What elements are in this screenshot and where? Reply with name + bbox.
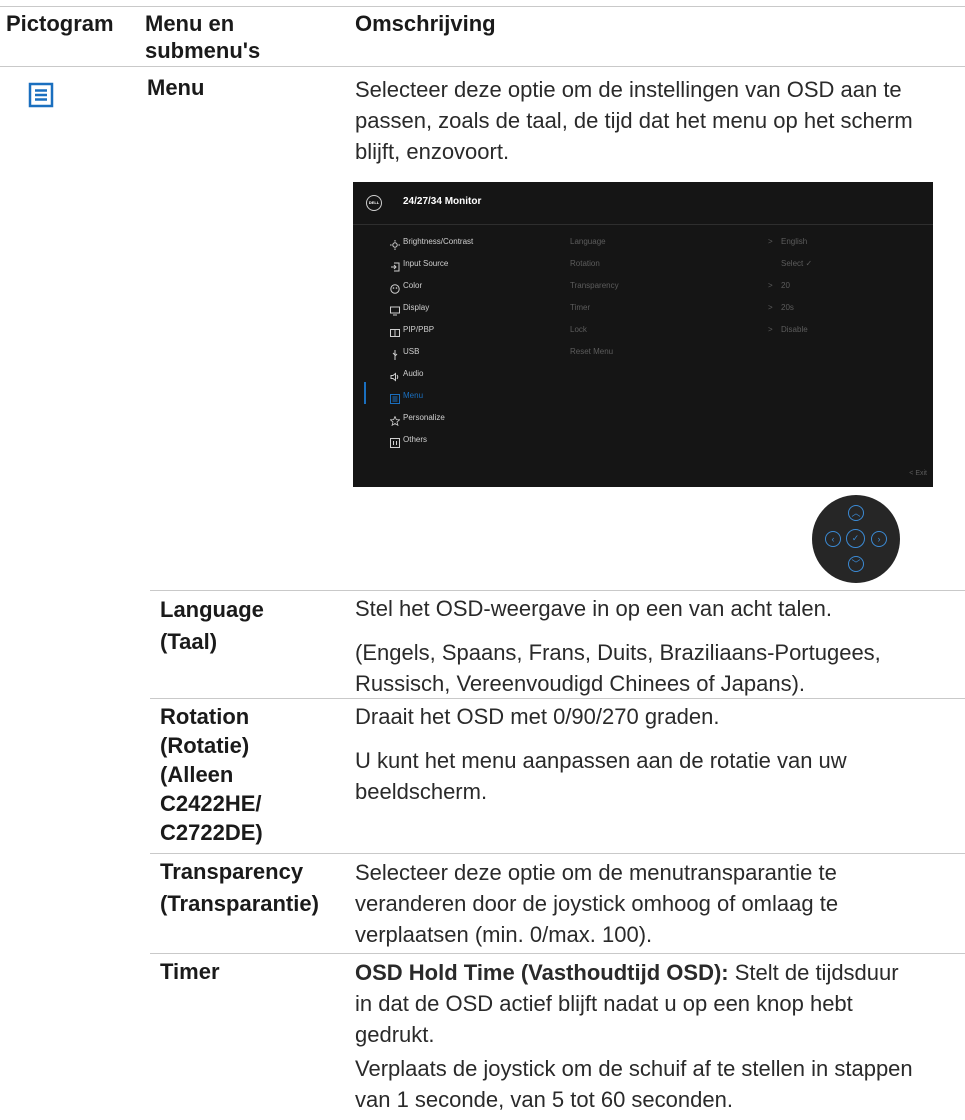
top-rule bbox=[0, 6, 965, 7]
display-icon bbox=[390, 303, 400, 316]
language-name-l2: (Taal) bbox=[160, 629, 218, 654]
input-source-icon bbox=[390, 259, 400, 272]
osd-sub-value: 20s bbox=[781, 303, 794, 312]
osd-sub-arrow: > bbox=[768, 303, 773, 312]
osd-sub-label: Language bbox=[570, 237, 606, 246]
row-rule bbox=[150, 698, 965, 699]
star-icon bbox=[389, 413, 401, 427]
osd-sub-arrow: > bbox=[768, 325, 773, 334]
osd-item-label: Menu bbox=[403, 391, 424, 400]
row-rule bbox=[150, 590, 965, 591]
timer-p1-bold: OSD Hold Time (Vasthoudtijd OSD): bbox=[355, 960, 729, 985]
osd-item-personalize[interactable]: Personalize bbox=[353, 407, 553, 429]
timer-name: Timer bbox=[160, 959, 220, 984]
osd-sub-label: Transparency bbox=[570, 281, 619, 290]
timer-p2: Verplaats de joystick om de schuif af te… bbox=[355, 1056, 913, 1112]
osd-item-label: PIP/PBP bbox=[403, 325, 435, 334]
row-rule bbox=[150, 853, 965, 854]
osd-item-menu[interactable]: Menu bbox=[353, 385, 553, 407]
osd-title: 24/27/34 Monitor bbox=[403, 196, 482, 207]
osd-item-label: Color bbox=[403, 281, 423, 290]
osd-exit[interactable]: < Exit bbox=[909, 470, 927, 477]
osd-sub-arrow: > bbox=[768, 281, 773, 290]
rotation-name-l3: (Alleen bbox=[160, 762, 234, 787]
usb-icon bbox=[390, 347, 400, 360]
header-pictogram: Pictogram bbox=[6, 11, 114, 36]
osd-item-brightness[interactable]: Brightness/Contrast bbox=[353, 231, 553, 253]
menu-name: Menu bbox=[147, 75, 205, 100]
osd-item-label: Personalize bbox=[403, 413, 445, 422]
osd-item-audio[interactable]: Audio bbox=[353, 363, 553, 385]
transparency-name-l1: Transparency bbox=[160, 859, 304, 884]
transparency-name-l2: (Transparantie) bbox=[160, 891, 319, 916]
osd-item-label: Audio bbox=[403, 369, 424, 378]
header-description: Omschrijving bbox=[355, 11, 496, 36]
osd-item-input-source[interactable]: Input Source bbox=[353, 253, 553, 275]
joystick-diagram: ︿ ‹ ✓ › ﹀ bbox=[812, 495, 900, 583]
language-p1: Stel het OSD-weergave in op een van acht… bbox=[355, 596, 832, 621]
joystick-right-icon: › bbox=[871, 531, 887, 547]
osd-item-label: Others bbox=[403, 435, 428, 444]
osd-sub-label: Timer bbox=[570, 303, 591, 312]
joystick-left-icon: ‹ bbox=[825, 531, 841, 547]
rotation-name-l2: (Rotatie) bbox=[160, 733, 250, 758]
osd-item-usb[interactable]: USB bbox=[353, 341, 553, 363]
menu-description: Selecteer deze optie om de instellingen … bbox=[355, 77, 913, 164]
osd-sub-value: 20 bbox=[781, 281, 790, 290]
osd-item-label: Brightness/Contrast bbox=[403, 237, 474, 246]
rotation-p1: Draait het OSD met 0/90/270 graden. bbox=[355, 704, 720, 729]
osd-sub-value: English bbox=[781, 237, 808, 246]
osd-sub-value: Select ✓ bbox=[781, 259, 813, 268]
dell-logo: DELL bbox=[366, 195, 382, 211]
osd-item-color[interactable]: Color bbox=[353, 275, 553, 297]
brightness-icon bbox=[390, 237, 400, 250]
osd-title-bar: DELL 24/27/34 Monitor bbox=[353, 182, 933, 225]
transparency-name: Transparency (Transparantie) bbox=[160, 858, 319, 918]
osd-item-others[interactable]: Others bbox=[353, 429, 553, 451]
osd-item-label: Input Source bbox=[403, 259, 449, 268]
language-name-l1: Language bbox=[160, 597, 264, 622]
transparency-p1: Selecteer deze optie om de menutranspara… bbox=[355, 860, 839, 947]
rotation-name-l1: Rotation bbox=[160, 704, 250, 729]
osd-sub-label: Rotation bbox=[570, 259, 600, 268]
osd-sub-label: Reset Menu bbox=[570, 347, 614, 356]
rotation-name-l5: C2722DE) bbox=[160, 820, 263, 845]
osd-item-pip[interactable]: PIP/PBP bbox=[353, 319, 553, 341]
joystick-down-icon: ﹀ bbox=[848, 556, 864, 572]
rotation-name-l4: C2422HE/ bbox=[160, 791, 262, 816]
header-rule bbox=[0, 66, 965, 67]
rotation-name: Rotation (Rotatie) (Alleen C2422HE/ C272… bbox=[160, 702, 263, 847]
header-menu: Menu en submenu's bbox=[145, 11, 261, 63]
others-icon bbox=[390, 435, 400, 448]
menu-icon bbox=[28, 82, 54, 108]
joystick-ok-icon: ✓ bbox=[846, 529, 865, 548]
language-p2: (Engels, Spaans, Frans, Duits, Braziliaa… bbox=[355, 640, 881, 696]
osd-item-label: USB bbox=[403, 347, 420, 356]
osd-item-display[interactable]: Display bbox=[353, 297, 553, 319]
osd-screenshot: DELL 24/27/34 Monitor Brightness/Contras… bbox=[353, 182, 933, 487]
rotation-p2: U kunt het menu aanpassen aan de rotatie… bbox=[355, 748, 847, 804]
row-rule bbox=[150, 953, 965, 954]
pip-icon bbox=[390, 325, 400, 337]
timer-p1: OSD Hold Time (Vasthoudtijd OSD): Stelt … bbox=[355, 957, 915, 1050]
joystick-up-icon: ︿ bbox=[848, 505, 864, 521]
osd-item-label: Display bbox=[403, 303, 430, 312]
audio-icon bbox=[390, 369, 400, 382]
osd-sub-label: Lock bbox=[570, 325, 587, 334]
menu-icon bbox=[390, 391, 400, 404]
language-name: Language (Taal) bbox=[160, 596, 264, 656]
osd-sub-arrow: > bbox=[768, 237, 773, 246]
color-icon bbox=[390, 281, 400, 294]
osd-sub-value: Disable bbox=[781, 325, 808, 334]
